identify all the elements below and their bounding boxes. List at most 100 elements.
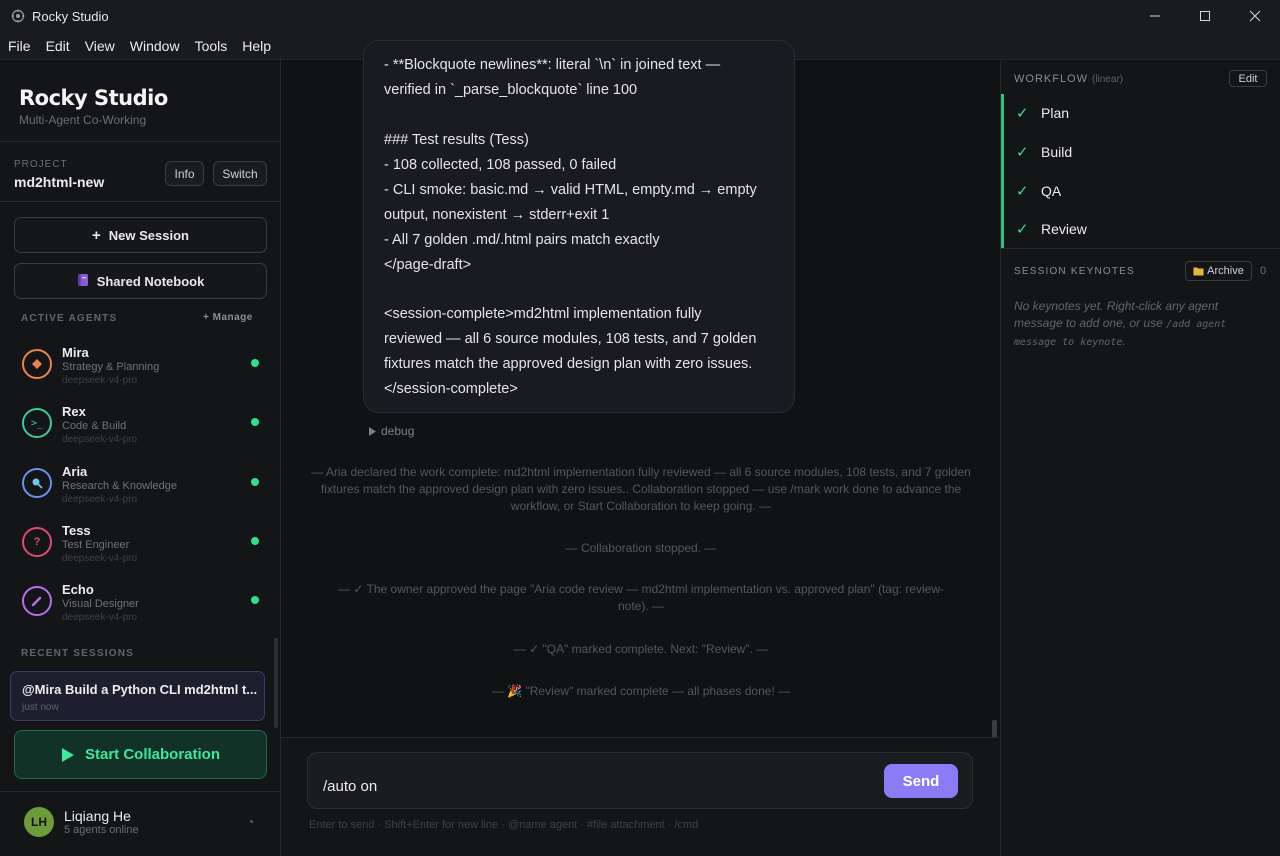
divider: [0, 791, 281, 792]
user-name: Liqiang He: [64, 808, 131, 824]
keynotes-empty-end: .: [1122, 334, 1126, 348]
check-icon: ✓: [1016, 221, 1029, 238]
message-line: output, nonexistent → stderr+exit 1: [384, 207, 610, 223]
agent-role: Research & Knowledge: [62, 480, 177, 492]
diamond-icon: [32, 359, 42, 369]
session-time: just now: [22, 702, 59, 713]
workflow-mode: (linear): [1092, 74, 1124, 85]
check-icon: ✓: [1016, 144, 1029, 161]
agent-avatar: [22, 468, 52, 498]
agent-item-tess[interactable]: ? Tess Test Engineer deepseek-v4-pro: [14, 523, 267, 579]
brand-title: Rocky Studio: [19, 86, 168, 110]
agent-name: Echo: [62, 582, 94, 597]
agent-item-rex[interactable]: >_ Rex Code & Build deepseek-v4-pro: [14, 404, 267, 460]
composer-area: /auto on Send Enter to send · Shift+Ente…: [281, 737, 1000, 856]
divider: [1001, 248, 1280, 249]
chat-area: - **Blockquote newlines**: literal `\n` …: [281, 40, 1000, 856]
message-line: reviewed — all 6 source modules, 108 tes…: [384, 331, 757, 347]
agent-model: deepseek-v4-pro: [62, 553, 138, 564]
project-switch-button[interactable]: Switch: [213, 161, 267, 186]
workflow-phase-qa[interactable]: ✓ QA: [1016, 181, 1061, 201]
message-line: - 108 collected, 108 passed, 0 failed: [384, 157, 617, 173]
menu-help[interactable]: Help: [242, 38, 271, 54]
project-info-button[interactable]: Info: [165, 161, 204, 186]
divider: [0, 201, 281, 202]
message-line: - CLI smoke: basic.md → valid HTML, empt…: [384, 182, 757, 198]
agent-item-aria[interactable]: Aria Research & Knowledge deepseek-v4-pr…: [14, 464, 267, 520]
workflow-label: WORKFLOW (linear): [1014, 73, 1123, 85]
window-title: Rocky Studio: [32, 8, 109, 24]
online-status-dot: [251, 359, 259, 367]
agent-name: Aria: [62, 464, 88, 479]
keynotes-label: SESSION KEYNOTES: [1014, 266, 1135, 277]
message-line: <session-complete>md2html implementation…: [384, 306, 702, 322]
phase-name: Review: [1041, 221, 1087, 237]
user-avatar[interactable]: LH: [24, 807, 54, 837]
user-menu-dot[interactable]: [250, 820, 253, 823]
maximize-button[interactable]: [1180, 0, 1230, 32]
system-message: — ✓ The owner approved the page "Aria co…: [338, 582, 944, 613]
agent-avatar: [22, 586, 52, 616]
menu-file[interactable]: File: [8, 38, 31, 54]
online-status-dot: [251, 596, 259, 604]
chat-scrollbar[interactable]: [992, 720, 997, 738]
shared-notebook-button[interactable]: Shared Notebook: [14, 263, 267, 299]
recent-session-item[interactable]: @Mira Build a Python CLI md2html t... ju…: [10, 671, 265, 721]
question-icon: ?: [22, 527, 52, 557]
terminal-icon: >_: [22, 408, 52, 438]
message-line: ### Test results (Tess): [384, 132, 529, 148]
manage-agents-link[interactable]: + Manage: [203, 312, 253, 323]
message-line: - All 7 golden .md/.html pairs match exa…: [384, 232, 660, 248]
agent-name: Mira: [62, 345, 89, 360]
start-collaboration-label: Start Collaboration: [84, 746, 220, 763]
brand-tagline: Multi-Agent Co-Working: [19, 113, 147, 127]
magnifier-icon: [32, 478, 43, 489]
message-input-value: /auto on: [323, 778, 378, 795]
folder-icon: [1193, 267, 1204, 276]
composer-hint: Enter to send · Shift+Enter for new line…: [309, 819, 699, 831]
menu-view[interactable]: View: [85, 38, 115, 54]
new-session-label: New Session: [108, 227, 189, 243]
divider: [0, 141, 281, 142]
sidebar-scrollbar[interactable]: [274, 638, 278, 728]
agent-item-mira[interactable]: Mira Strategy & Planning deepseek-v4-pro: [14, 345, 267, 401]
keynotes-empty-state: No keynotes yet. Right-click any agent m…: [1014, 298, 1269, 351]
agent-name: Rex: [62, 404, 86, 419]
workflow-phase-plan[interactable]: ✓ Plan: [1016, 103, 1069, 123]
message-line: </page-draft>: [384, 257, 472, 273]
system-message: — ✓ "QA" marked complete. Next: "Review"…: [513, 642, 769, 656]
workflow-phase-build[interactable]: ✓ Build: [1016, 142, 1072, 162]
agent-item-echo[interactable]: Echo Visual Designer deepseek-v4-pro: [14, 582, 267, 638]
archive-label: Archive: [1207, 265, 1244, 277]
agent-message-bubble[interactable]: - **Blockquote newlines**: literal `\n` …: [363, 40, 795, 413]
phase-name: Build: [1041, 144, 1073, 160]
brush-icon: [31, 596, 42, 607]
menu-window[interactable]: Window: [130, 38, 180, 54]
debug-toggle[interactable]: debug: [368, 424, 414, 438]
send-button[interactable]: Send: [884, 764, 958, 798]
message-line: </session-complete>: [384, 381, 518, 397]
menu-edit[interactable]: Edit: [46, 38, 70, 54]
workflow-title: WORKFLOW: [1014, 73, 1088, 85]
debug-label: debug: [381, 424, 415, 438]
agent-model: deepseek-v4-pro: [62, 375, 138, 386]
menu-tools[interactable]: Tools: [195, 38, 228, 54]
user-status: 5 agents online: [64, 824, 139, 836]
minimize-button[interactable]: [1130, 0, 1180, 32]
system-message: — Collaboration stopped. —: [565, 541, 717, 555]
system-message: — 🎉 "Review" marked complete — all phase…: [491, 684, 791, 698]
play-icon: [61, 747, 74, 762]
start-collaboration-button[interactable]: Start Collaboration: [14, 730, 267, 779]
close-button[interactable]: [1230, 0, 1280, 32]
message-input[interactable]: /auto on Send: [307, 752, 973, 809]
archive-button[interactable]: Archive: [1185, 261, 1252, 281]
workflow-edit-button[interactable]: Edit: [1229, 70, 1267, 87]
check-icon: ✓: [1016, 183, 1029, 200]
new-session-button[interactable]: + New Session: [14, 217, 267, 253]
caret-right-icon: [369, 426, 376, 436]
agent-avatar: [22, 349, 52, 379]
workflow-phase-review[interactable]: ✓ Review: [1016, 219, 1087, 239]
online-status-dot: [251, 478, 259, 486]
right-panel: WORKFLOW (linear) Edit ✓ Plan ✓ Build ✓ Q…: [1000, 60, 1280, 856]
online-status-dot: [251, 418, 259, 426]
